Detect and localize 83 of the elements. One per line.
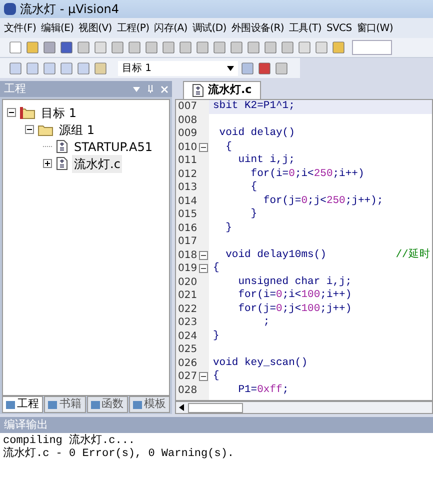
menu-item[interactable]: 编辑(E): [41, 20, 74, 36]
menu-item[interactable]: 外围设备(R): [231, 20, 284, 36]
target-folder-icon: [20, 106, 35, 118]
fold-collapse-icon[interactable]: [199, 264, 208, 274]
menu-item[interactable]: 窗口(W): [356, 20, 393, 36]
code-line: P1=0xff;: [237, 384, 290, 397]
code-line: for(i=0;i<250;i++): [250, 168, 366, 181]
code-line: for(j=0;j<100;j++): [237, 302, 353, 316]
code-line: ;: [262, 316, 271, 330]
line-number: 027: [177, 370, 198, 384]
editor-tab[interactable]: 流水灯.c: [183, 81, 261, 99]
line-number: 008: [177, 114, 198, 127]
menu-item[interactable]: 闪存(A): [154, 20, 188, 36]
fold-collapse-icon[interactable]: [199, 142, 208, 152]
menu-item[interactable]: 工具(T): [289, 20, 322, 36]
line-number: 013: [177, 181, 198, 194]
expand-icon[interactable]: [43, 159, 52, 168]
line-number: 018: [177, 248, 198, 262]
line-number: 019: [177, 262, 198, 276]
menu-item[interactable]: 视图(V): [78, 20, 112, 36]
line-number: 011: [177, 154, 198, 168]
line-number: 028: [177, 384, 198, 397]
fold-collapse-icon[interactable]: [199, 372, 208, 382]
fold-collapse-icon[interactable]: [199, 250, 208, 260]
file-icon: [56, 157, 68, 170]
menu-item[interactable]: 工程(P): [116, 20, 150, 36]
horizontal-scrollbar[interactable]: [175, 401, 433, 414]
output-line: compiling 流水灯.c...: [3, 435, 136, 447]
collapse-icon[interactable]: [25, 125, 34, 134]
line-number: 024: [177, 330, 198, 343]
code-line: }: [250, 208, 258, 222]
line-number: 015: [177, 208, 198, 222]
menu-item[interactable]: SVCS: [326, 20, 352, 36]
menu-item[interactable]: 文件(F): [4, 20, 36, 36]
menu-item[interactable]: 调试(D): [192, 20, 226, 36]
code-line: unsigned char i,j;: [237, 276, 353, 289]
output-line: 流水灯.c - 0 Error(s), 0 Warning(s).: [3, 448, 236, 461]
panel-title: 工程: [4, 80, 26, 97]
scroll-thumb[interactable]: [188, 402, 243, 412]
code-line: void key_scan(): [212, 356, 309, 370]
code-line: uint i,j;: [237, 154, 296, 168]
tree-item[interactable]: 流水灯.c: [72, 154, 122, 172]
folder-icon: [38, 124, 53, 136]
code-line: }: [224, 222, 233, 235]
code-line: {: [250, 181, 258, 194]
close-icon[interactable]: [161, 86, 168, 92]
dropdown-caret-icon[interactable]: [227, 66, 234, 70]
line-number: 009: [177, 127, 198, 140]
code-line: }: [212, 330, 220, 343]
code-line: void delay(): [218, 127, 296, 140]
line-number: 010: [177, 140, 198, 154]
line-number: 016: [177, 222, 198, 235]
window-title: 流水灯 - µVision4: [20, 1, 120, 18]
pin-icon[interactable]: [148, 85, 153, 93]
tree-item[interactable]: STARTUP.A51: [72, 138, 154, 156]
code-line: {: [212, 370, 220, 384]
panel-tab[interactable]: 工程: [2, 396, 44, 413]
line-number: 007: [177, 100, 198, 114]
code-line: {: [212, 262, 220, 276]
line-number: 017: [177, 235, 198, 248]
line-number: 012: [177, 168, 198, 181]
target-select[interactable]: 目标 1: [118, 60, 238, 76]
file-icon: [192, 84, 204, 97]
output-title: 编译输出: [4, 416, 48, 433]
code-line: {: [224, 140, 233, 154]
line-number: 014: [177, 194, 198, 208]
line-number: 020: [177, 276, 198, 289]
tree-item[interactable]: 源组 1: [57, 120, 96, 138]
line-number: 021: [177, 289, 198, 302]
line-number: 026: [177, 356, 198, 370]
code-line: for(j=0;j<250;j++);: [262, 194, 384, 208]
panel-tab[interactable]: 模板: [128, 396, 170, 413]
collapse-icon[interactable]: [7, 108, 16, 117]
code-line: void delay10ms() //延时: [224, 248, 432, 262]
tree-item[interactable]: 目标 1: [39, 104, 78, 122]
file-icon: [56, 140, 68, 153]
line-number: 022: [177, 302, 198, 316]
line-number: 025: [177, 343, 198, 356]
panel-tab[interactable]: 函数: [86, 396, 128, 413]
line-number: 023: [177, 316, 198, 330]
find-field[interactable]: [352, 40, 392, 55]
panel-tab[interactable]: 书籍: [44, 396, 86, 413]
code-line: for(i=0;i<100;i++): [237, 289, 353, 302]
